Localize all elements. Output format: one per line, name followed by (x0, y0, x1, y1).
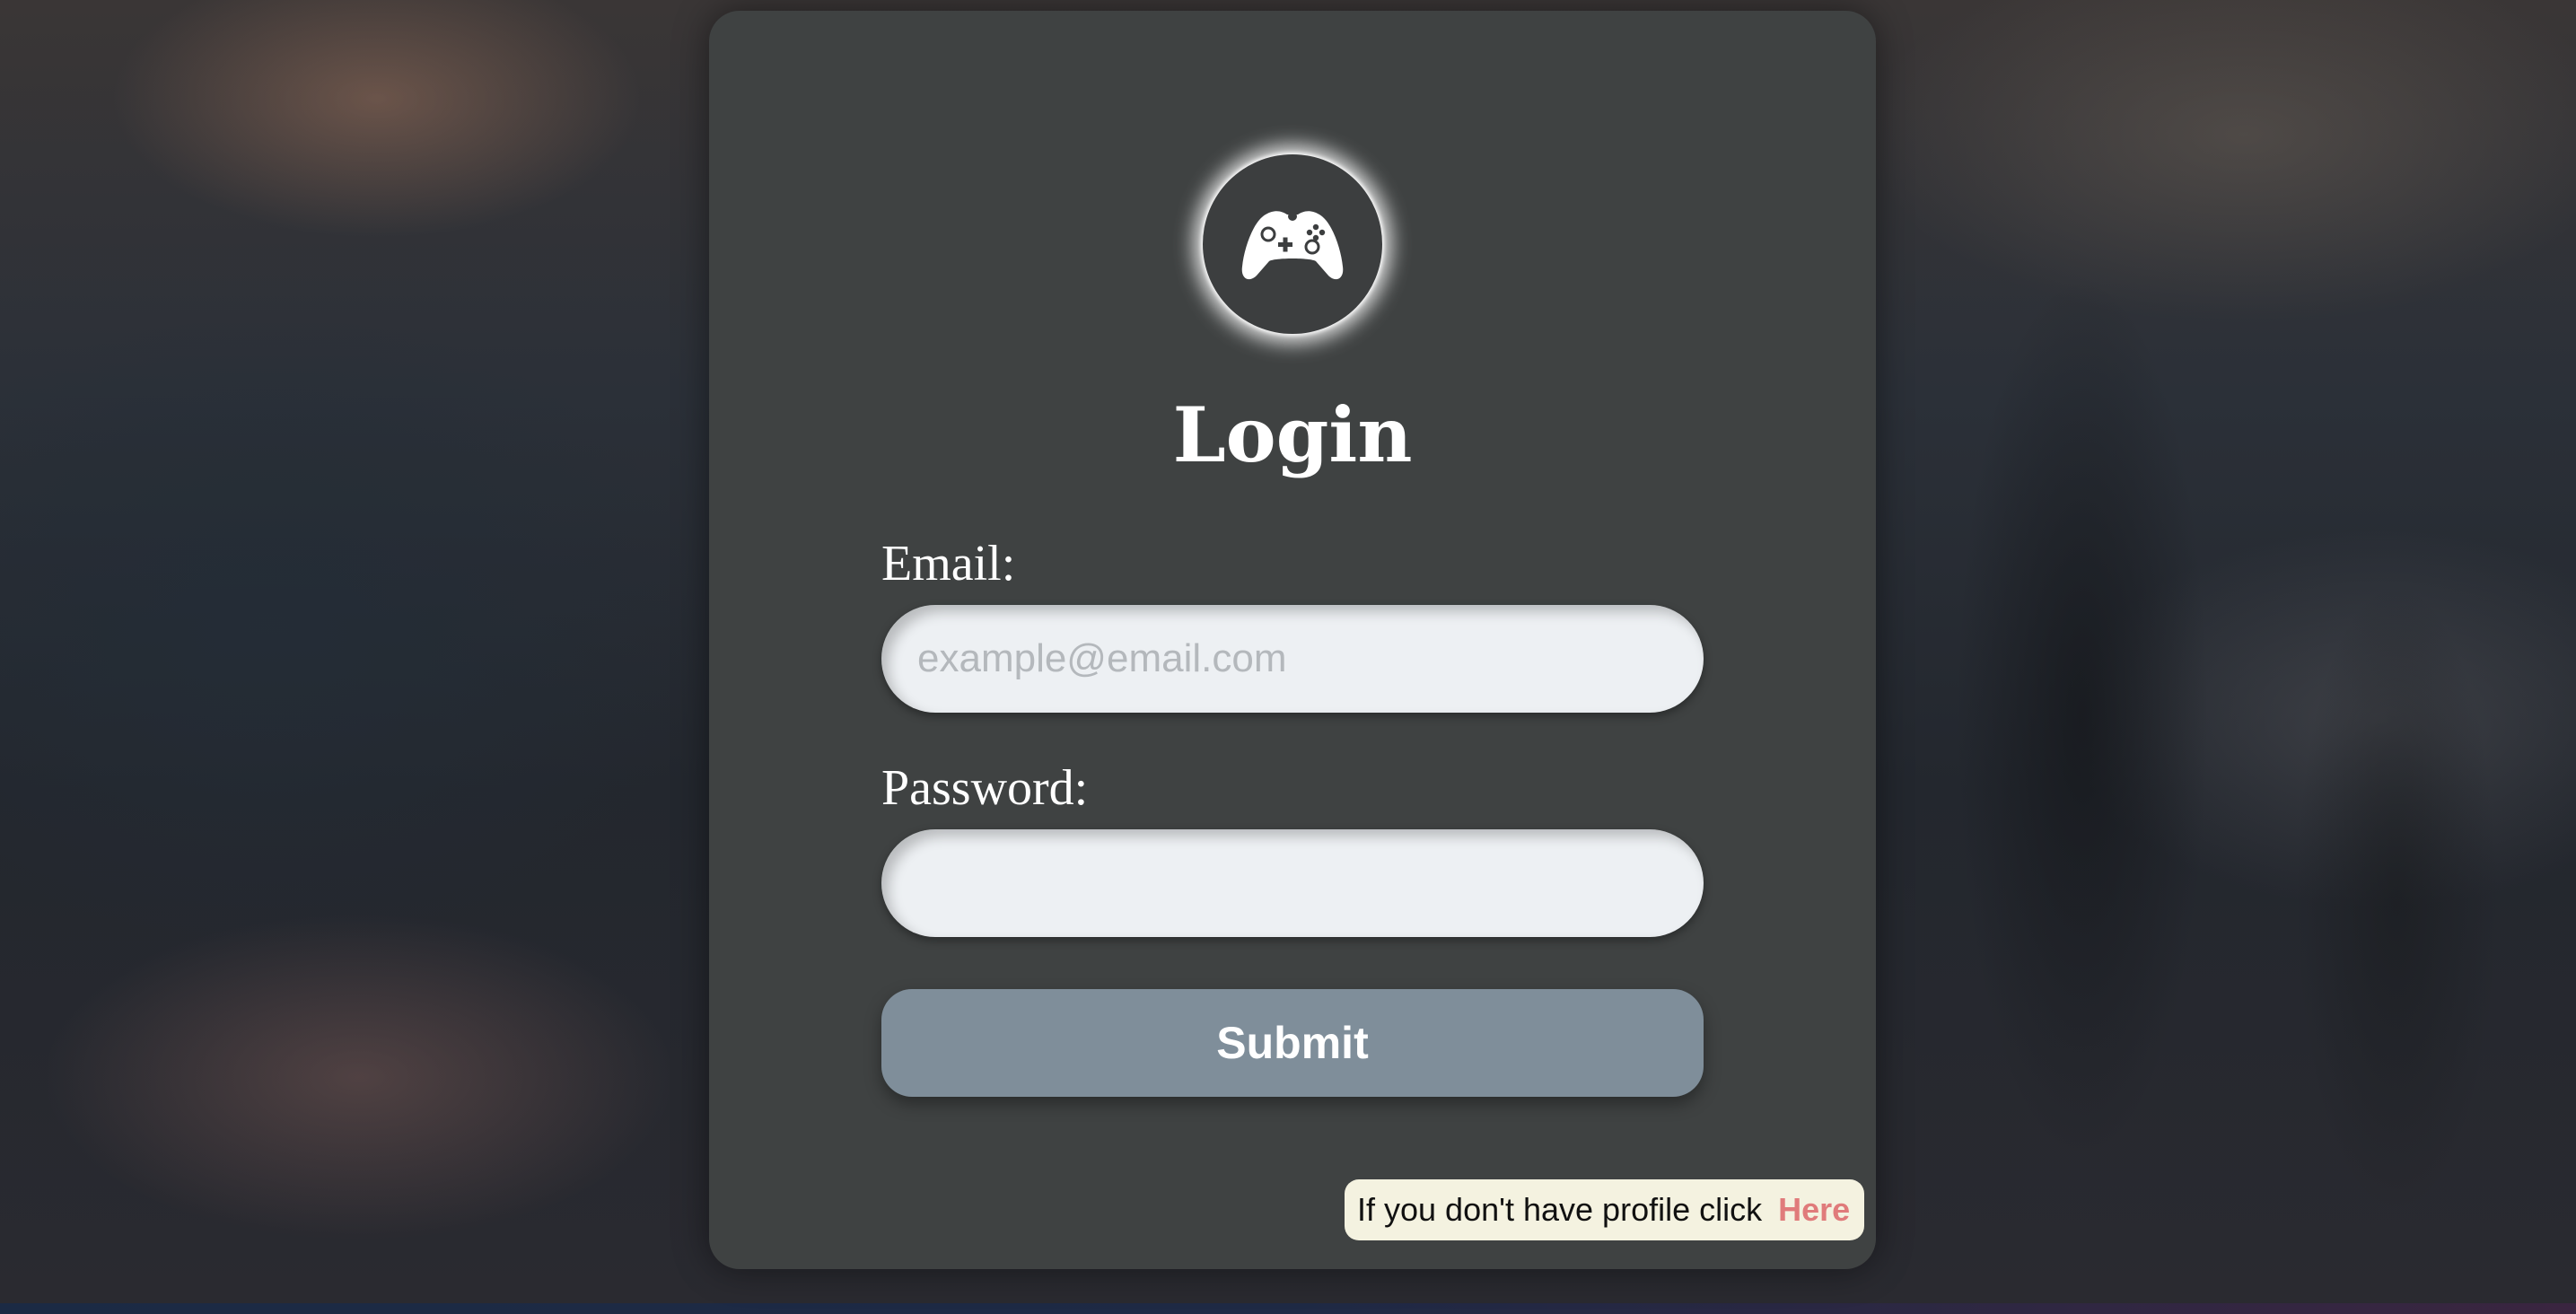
email-field[interactable] (881, 605, 1704, 713)
background-rocks (1903, 0, 2576, 1314)
logo-avatar (1203, 154, 1382, 334)
password-label: Password: (881, 760, 1089, 816)
password-field[interactable] (881, 829, 1704, 937)
email-label: Email: (881, 536, 1016, 591)
gamepad-icon (1241, 211, 1344, 280)
signup-note: If you don't have profile click Here (1345, 1179, 1865, 1240)
bottom-edge-strip (0, 1303, 2576, 1314)
login-card: Login Email: Password: Submit If you don… (709, 11, 1876, 1269)
page-title: Login (1172, 390, 1413, 479)
submit-button[interactable]: Submit (881, 989, 1704, 1097)
signup-link[interactable]: Here (1778, 1191, 1850, 1229)
signup-text: If you don't have profile click (1357, 1191, 1763, 1228)
